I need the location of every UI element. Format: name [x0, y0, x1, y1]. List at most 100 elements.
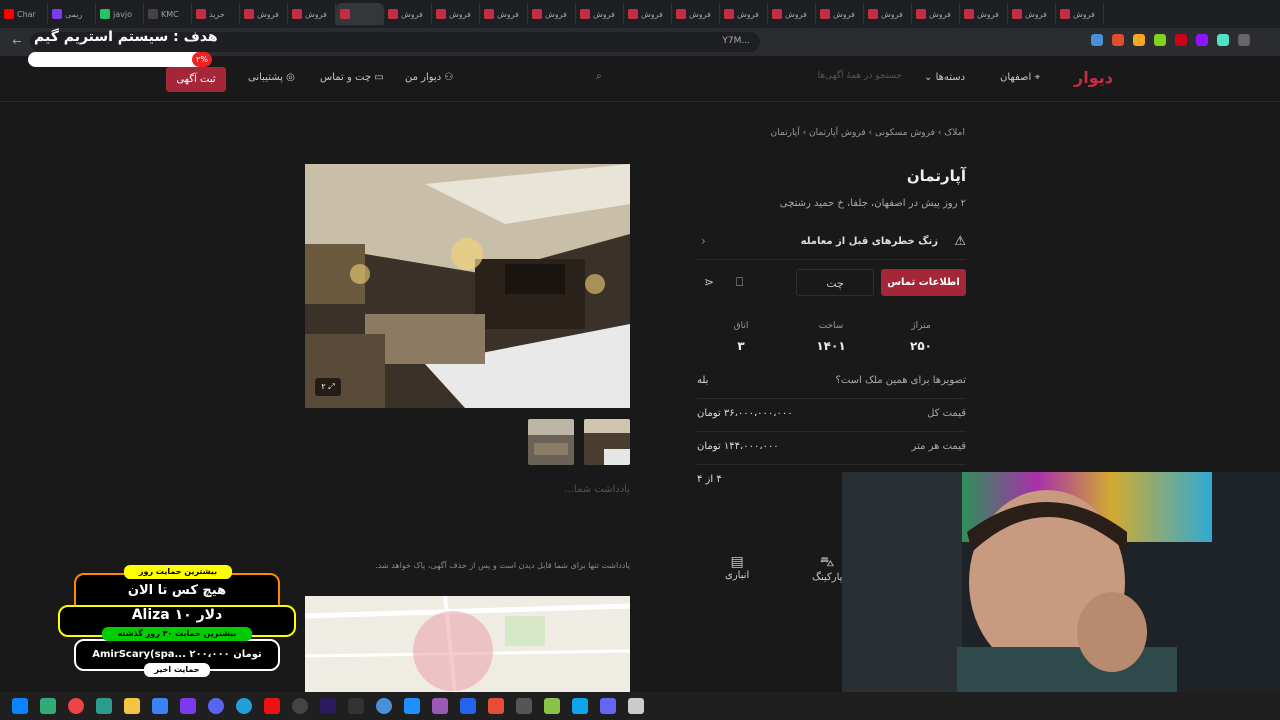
stream-goal: هدف : سیستم استریم گیم [34, 29, 218, 45]
terminal-icon[interactable] [348, 698, 364, 714]
browser-tab[interactable]: فروش [864, 3, 912, 25]
browser-tab[interactable]: فروش [1056, 3, 1104, 25]
tab-label: فروش [737, 9, 759, 19]
taskbar-app-icon[interactable] [572, 698, 588, 714]
browser-tab[interactable]: فروش [768, 3, 816, 25]
my-divar-link[interactable]: ⚇ دیوار من [405, 72, 453, 83]
note-input[interactable]: یادداشت شما... [305, 484, 630, 495]
windows-start-icon[interactable] [12, 698, 28, 714]
browser-tab[interactable]: فروش [528, 3, 576, 25]
calculator-icon[interactable] [628, 698, 644, 714]
taskbar-app-icon[interactable] [264, 698, 280, 714]
back-icon[interactable]: ← [10, 35, 24, 49]
breadcrumb-item[interactable]: فروش آپارتمان [809, 128, 866, 138]
tab-favicon-icon [196, 9, 206, 19]
image-count-badge[interactable]: ⤢ ۲ [315, 378, 341, 396]
divar-logo[interactable]: دیوار [1074, 68, 1113, 87]
premiere-icon[interactable] [320, 698, 336, 714]
extension-icon[interactable] [1112, 34, 1124, 46]
extension-icon[interactable] [1196, 34, 1208, 46]
warning-row[interactable]: ⚠ زنگ خطرهای قبل از معامله ‹ [697, 226, 966, 260]
chat-button[interactable]: چت [796, 269, 874, 296]
taskbar-app-icon[interactable] [488, 698, 504, 714]
post-ad-button[interactable]: ثبت آگهی [166, 67, 226, 92]
expand-icon: ⤢ [325, 382, 335, 391]
taskbar-app-icon[interactable] [40, 698, 56, 714]
discord-icon[interactable] [208, 698, 224, 714]
browser-tab[interactable]: فروش [816, 3, 864, 25]
browser-tab[interactable]: KMC [144, 3, 192, 25]
telegram-icon[interactable] [236, 698, 252, 714]
listing-photo[interactable]: ⤢ ۲ [305, 164, 630, 408]
tab-label: javjo [113, 9, 132, 19]
tab-favicon-icon [580, 9, 590, 19]
webcam-image [842, 472, 1280, 692]
browser-tab[interactable]: Char [0, 3, 48, 25]
taskbar-app-icon[interactable] [516, 698, 532, 714]
browser-tab[interactable]: فروش [240, 3, 288, 25]
contact-info-button[interactable]: اطلاعات تماس [881, 269, 966, 296]
taskbar-app-icon[interactable] [404, 698, 420, 714]
tab-label: فروش [929, 9, 951, 19]
folder-icon[interactable] [124, 698, 140, 714]
breadcrumb-item[interactable]: فروش مسکونی [875, 128, 935, 138]
browser-tab[interactable]: فروش [576, 3, 624, 25]
categories-menu[interactable]: دسته‌ها ⌄ [924, 72, 965, 83]
map-image [305, 596, 630, 692]
share-icon[interactable]: ⋖ [704, 275, 714, 289]
tab-label: Char [17, 9, 36, 19]
taskbar-app-icon[interactable] [180, 698, 196, 714]
browser-tab[interactable]: فروش [432, 3, 480, 25]
extension-icon[interactable] [1217, 34, 1229, 46]
user-icon: ⚇ [441, 72, 454, 83]
browser-tab[interactable]: فروش [624, 3, 672, 25]
taskbar-app-icon[interactable] [600, 698, 616, 714]
extension-icon[interactable] [1175, 34, 1187, 46]
bookmark-icon[interactable]: ⎕ [736, 275, 743, 290]
taskbar-app-icon[interactable] [460, 698, 476, 714]
browser-tab[interactable]: javjo [96, 3, 144, 25]
tab-favicon-icon [628, 9, 638, 19]
browser-tab[interactable]: فروش [1008, 3, 1056, 25]
tab-favicon-icon [820, 9, 830, 19]
chat-icon: ▭ [371, 72, 384, 83]
thumbnail[interactable] [584, 419, 630, 465]
taskbar-app-icon[interactable] [544, 698, 560, 714]
city-selector[interactable]: ⌖ اصفهان [1000, 72, 1040, 83]
browser-tab[interactable]: فروش [960, 3, 1008, 25]
breadcrumb-item[interactable]: آپارتمان [771, 128, 800, 138]
tab-label: فروش [641, 9, 663, 19]
thumbnail[interactable] [528, 419, 574, 465]
browser-tab[interactable] [336, 3, 384, 25]
taskbar-app-icon[interactable] [432, 698, 448, 714]
extension-icon[interactable] [1133, 34, 1145, 46]
browser-tab[interactable]: فروش [672, 3, 720, 25]
edge-icon[interactable] [96, 698, 112, 714]
extension-icon[interactable] [1154, 34, 1166, 46]
browser-tab[interactable]: فروش [480, 3, 528, 25]
breadcrumb-item[interactable]: املاک [944, 128, 965, 138]
browser-tab[interactable]: فروش [912, 3, 960, 25]
tab-label: ریمی [65, 9, 83, 19]
tab-favicon-icon [148, 9, 158, 19]
chrome-icon[interactable] [68, 698, 84, 714]
browser-tab[interactable]: فروش [288, 3, 336, 25]
tab-favicon-icon [4, 9, 14, 19]
browser-tab[interactable]: فروش [720, 3, 768, 25]
browser-tab[interactable]: ریمی [48, 3, 96, 25]
taskbar-app-icon[interactable] [152, 698, 168, 714]
chat-link[interactable]: ▭ چت و تماس [320, 72, 384, 83]
streamer-webcam [842, 472, 1280, 692]
obs-icon[interactable] [292, 698, 308, 714]
windows-taskbar [0, 692, 1280, 720]
tab-favicon-icon [340, 9, 350, 19]
extension-icon[interactable] [1091, 34, 1103, 46]
search-input[interactable]: جستجو در همهٔ آگهی‌ها [592, 66, 912, 90]
puzzle-icon[interactable] [1238, 34, 1250, 46]
browser-tab[interactable]: خرید [192, 3, 240, 25]
taskbar-app-icon[interactable] [376, 698, 392, 714]
breadcrumb: املاک › فروش مسکونی › فروش آپارتمان › آپ… [760, 128, 965, 138]
location-map[interactable] [305, 596, 630, 692]
support-link[interactable]: ◎ پشتیبانی [248, 72, 295, 83]
browser-tab[interactable]: فروش [384, 3, 432, 25]
